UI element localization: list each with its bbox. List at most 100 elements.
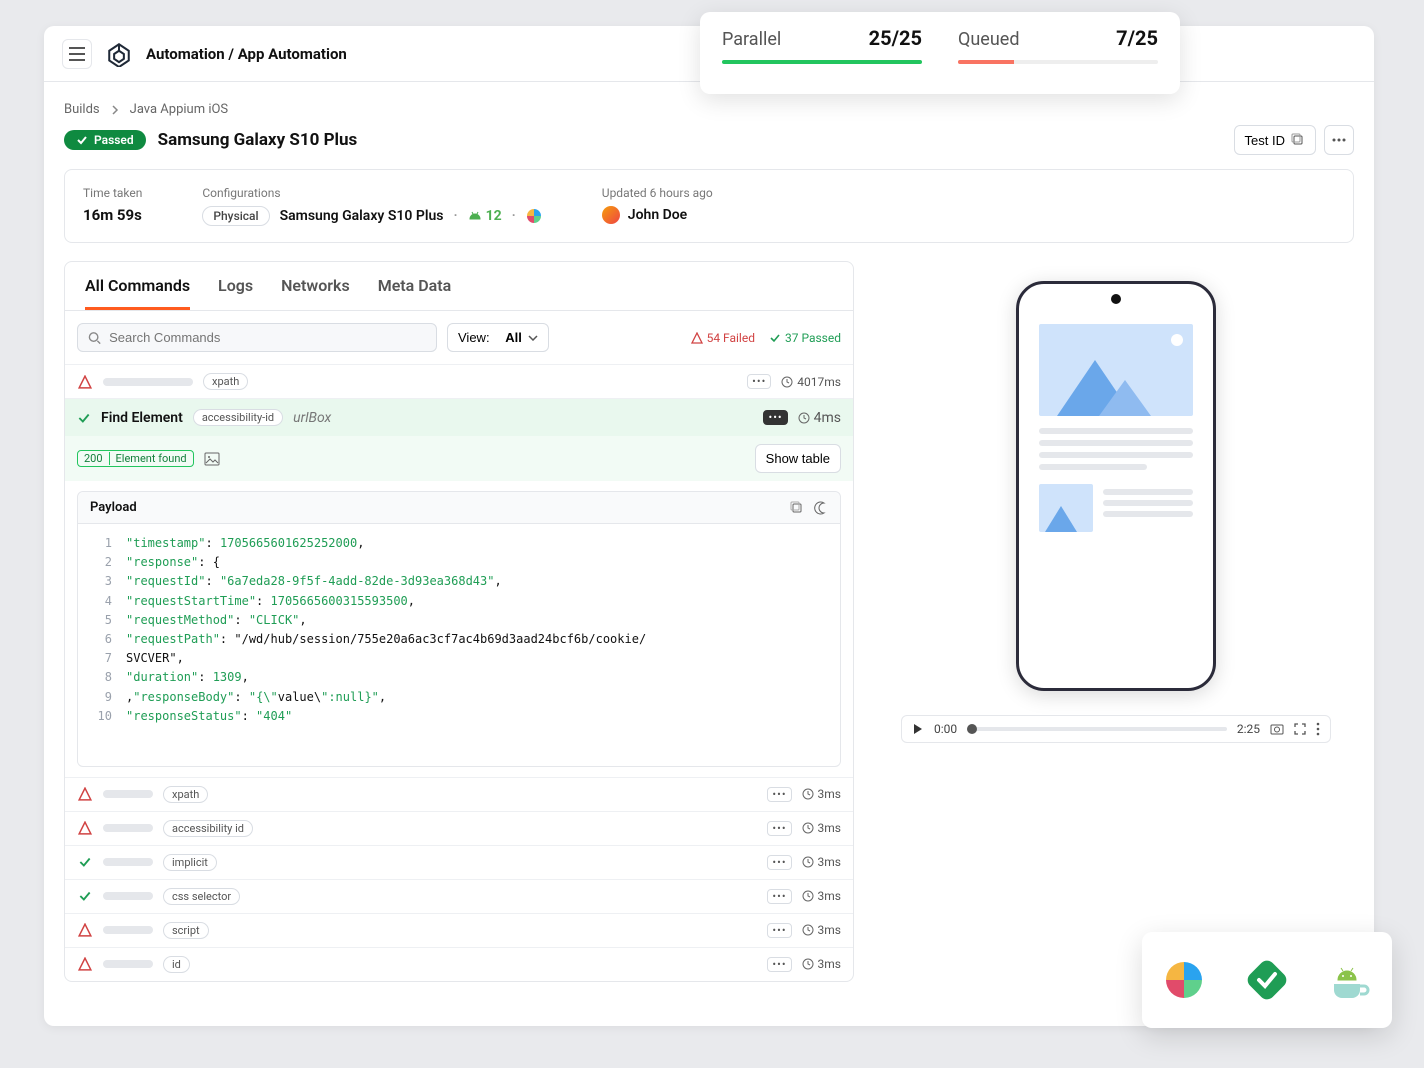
skeleton <box>103 926 153 934</box>
command-row[interactable]: accessibility id•••3ms <box>65 811 853 845</box>
warning-icon <box>77 787 93 801</box>
skeleton <box>103 824 153 832</box>
command-row[interactable]: xpath•••3ms <box>65 777 853 811</box>
command-row[interactable]: css selector ••• 3ms <box>65 879 853 913</box>
copy-icon <box>1291 133 1305 147</box>
duration: 3ms <box>802 787 841 801</box>
duration: 4ms <box>798 410 841 426</box>
build-summary: Time taken 16m 59s Configurations Physic… <box>64 169 1354 243</box>
breadcrumb-root[interactable]: Builds <box>64 102 100 117</box>
hamburger-menu[interactable] <box>62 39 92 69</box>
tab-logs[interactable]: Logs <box>218 276 253 310</box>
placeholder-image-icon <box>1039 324 1193 416</box>
platform-card <box>1142 932 1392 1028</box>
check-icon <box>77 411 91 425</box>
browser-color-icon <box>526 208 542 224</box>
tab-networks[interactable]: Networks <box>281 276 350 310</box>
seek-slider[interactable] <box>967 727 1227 731</box>
skeleton <box>103 858 153 866</box>
row-actions[interactable]: ••• <box>767 787 791 802</box>
check-icon <box>77 855 93 869</box>
skeleton <box>103 378 193 386</box>
command-row[interactable]: implicit ••• 3ms <box>65 845 853 879</box>
warning-icon <box>77 821 93 835</box>
check-icon <box>76 134 88 146</box>
command-tag: id <box>163 956 190 973</box>
row-actions[interactable]: ••• <box>763 410 787 425</box>
updated-label: Updated 6 hours ago <box>602 186 713 200</box>
payload-label: Payload <box>90 500 137 515</box>
duration: 3ms <box>802 855 841 869</box>
more-actions-button[interactable] <box>1324 125 1354 155</box>
duration: 3ms <box>802 889 841 903</box>
chevron-right-icon <box>110 105 120 115</box>
stat-queued-value: 7/25 <box>1116 26 1158 50</box>
chevron-down-icon <box>528 335 538 341</box>
row-actions[interactable]: ••• <box>767 923 791 938</box>
command-row[interactable]: xpath ••• 4017ms <box>65 364 853 398</box>
command-row[interactable]: id ••• 3ms <box>65 947 853 981</box>
avatar <box>602 206 620 224</box>
breadcrumb: Builds Java Appium iOS <box>64 102 1354 117</box>
camera-icon[interactable] <box>1270 723 1284 735</box>
payload-code: 1"timestamp": 1705665601625252000,2 "res… <box>78 524 840 766</box>
image-icon[interactable] <box>204 451 220 467</box>
row-actions[interactable]: ••• <box>767 889 791 904</box>
copy-icon[interactable] <box>790 501 804 515</box>
menu-icon <box>69 47 85 61</box>
tab-meta-data[interactable]: Meta Data <box>378 276 452 310</box>
duration: 3ms <box>802 923 841 937</box>
fullscreen-icon[interactable] <box>1294 723 1306 735</box>
check-icon <box>769 332 781 344</box>
skeleton <box>103 892 153 900</box>
dots-vertical-icon[interactable] <box>1316 722 1320 736</box>
clock-icon <box>798 412 810 424</box>
player-current-time: 0:00 <box>934 722 957 736</box>
row-actions[interactable]: ••• <box>767 855 791 870</box>
header-breadcrumb: Automation / App Automation <box>146 45 347 63</box>
tab-bar: All Commands Logs Networks Meta Data <box>65 262 853 311</box>
warning-icon <box>77 957 93 971</box>
duration: 3ms <box>802 957 841 971</box>
clock-icon <box>781 376 793 388</box>
build-title: Samsung Galaxy S10 Plus <box>158 130 358 150</box>
dots-horizontal-icon <box>1332 138 1346 142</box>
warning-icon <box>691 332 703 344</box>
passed-count: 37 Passed <box>769 331 841 345</box>
view-filter-button[interactable]: View: All <box>447 323 549 352</box>
search-icon <box>88 331 101 345</box>
time-taken-value: 16m 59s <box>83 206 142 224</box>
duration: 3ms <box>802 821 841 835</box>
search-input[interactable] <box>109 330 426 345</box>
warning-icon <box>78 375 92 389</box>
show-table-button[interactable]: Show table <box>755 444 841 473</box>
duration: 4017ms <box>781 375 841 389</box>
android-mug-icon <box>1328 958 1372 1002</box>
search-input-wrapper[interactable] <box>77 323 437 352</box>
command-tag: xpath <box>203 373 248 390</box>
row-actions[interactable]: ••• <box>767 821 791 836</box>
theme-icon[interactable] <box>814 501 828 515</box>
placeholder-image-icon <box>1039 484 1093 532</box>
breadcrumb-leaf: Java Appium iOS <box>130 102 229 117</box>
stat-parallel-value: 25/25 <box>869 26 922 50</box>
row-actions[interactable]: ••• <box>747 374 771 389</box>
tab-all-commands[interactable]: All Commands <box>85 276 190 310</box>
configurations-label: Configurations <box>202 186 541 200</box>
row-actions[interactable]: ••• <box>767 957 791 972</box>
check-icon <box>77 889 93 903</box>
command-tag: css selector <box>163 888 240 905</box>
play-icon[interactable] <box>912 723 924 735</box>
command-row-expanded: Find Element accessibility-id urlBox •••… <box>65 398 853 767</box>
stat-parallel-label: Parallel <box>722 29 781 50</box>
android-icon <box>468 209 482 223</box>
skeleton <box>103 790 153 798</box>
command-tag: implicit <box>163 854 217 871</box>
test-id-button[interactable]: Test ID <box>1234 125 1316 155</box>
command-param: urlBox <box>293 410 331 426</box>
command-tag: accessibility-id <box>193 409 283 426</box>
multicolor-circle-icon <box>1162 958 1206 1002</box>
video-player[interactable]: 0:00 2:25 <box>901 715 1331 743</box>
command-row[interactable]: script•••3ms <box>65 913 853 947</box>
brand-logo-icon <box>106 41 132 67</box>
